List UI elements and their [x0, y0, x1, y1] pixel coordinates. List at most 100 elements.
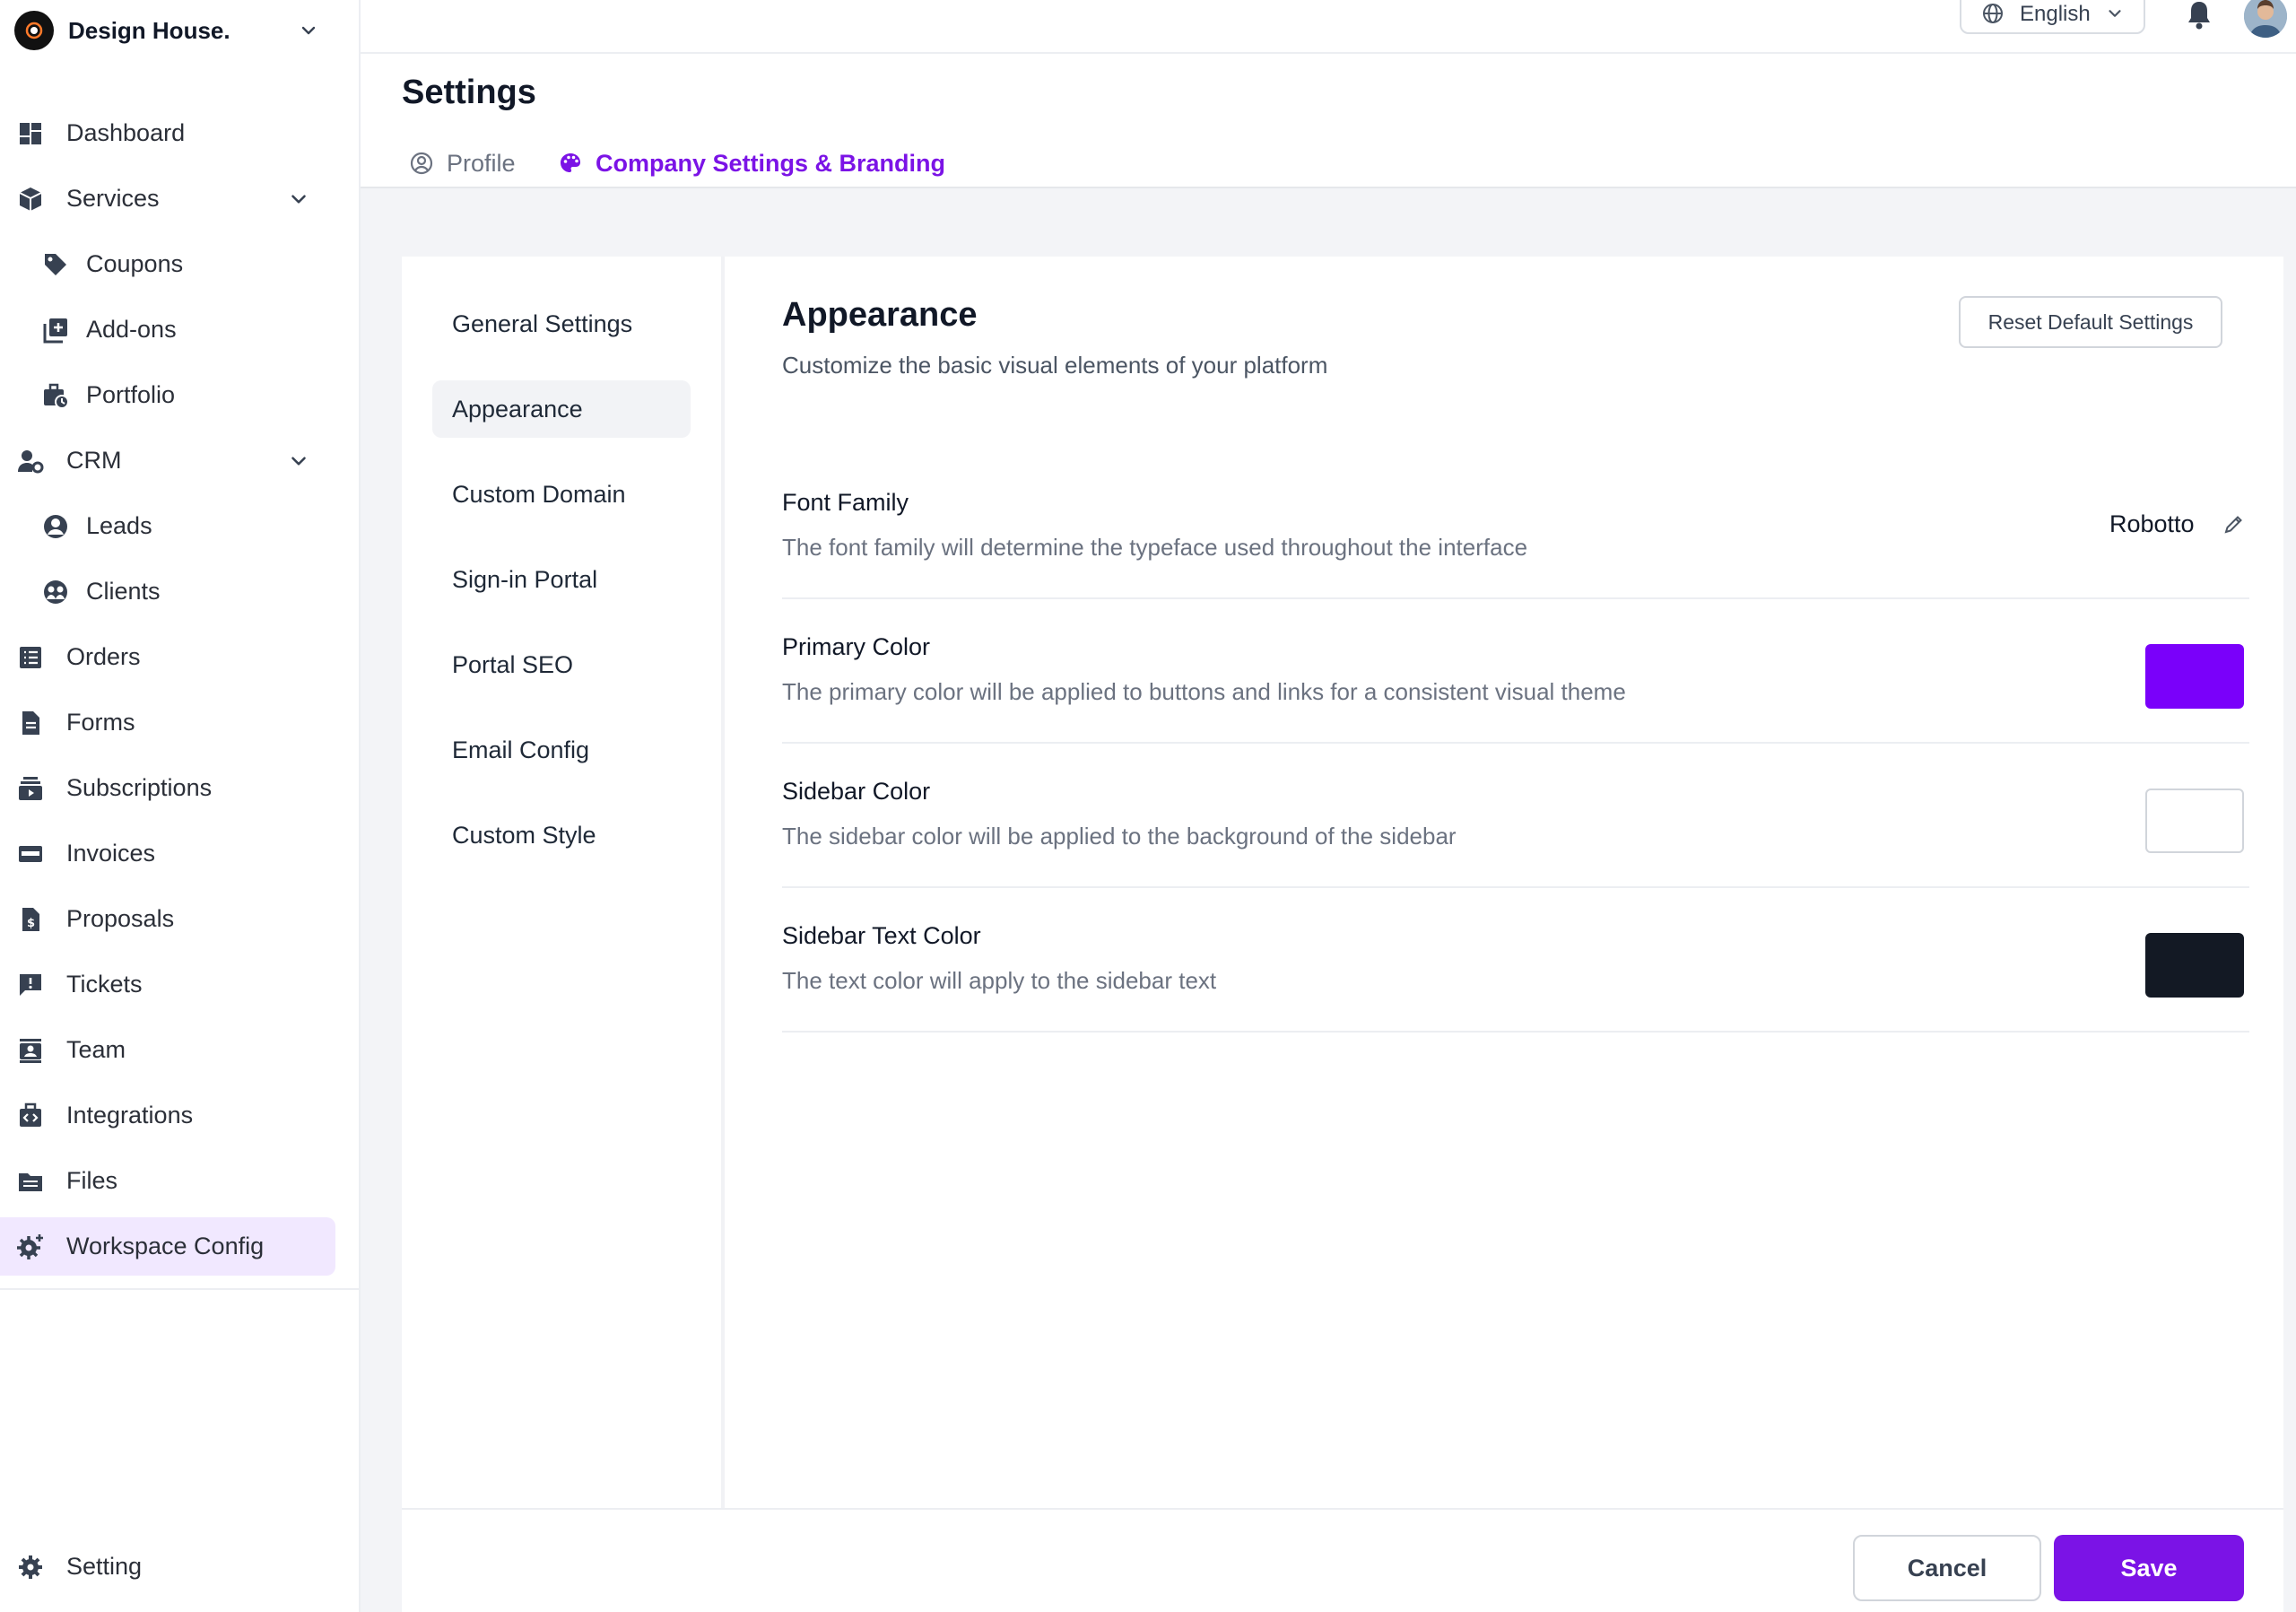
settings-card: General Settings Appearance Custom Domai… [402, 257, 2283, 1612]
subnav-item-custom-style[interactable]: Custom Style [432, 806, 691, 864]
sidebar-item-workspace-config[interactable]: Workspace Config [0, 1217, 335, 1276]
sidebar-item-label: Forms [66, 709, 135, 736]
pencil-icon[interactable] [2222, 512, 2246, 536]
subscriptions-icon [16, 774, 45, 803]
setting-description: The text color will apply to the sidebar… [782, 967, 1217, 994]
page-title: Settings [402, 74, 536, 111]
tab-company-settings-branding[interactable]: Company Settings & Branding [551, 138, 953, 194]
user-circle-icon [41, 512, 70, 541]
setting-title: Primary Color [782, 633, 931, 660]
sidebar-item-proposals[interactable]: $ Proposals [0, 886, 361, 952]
setting-title: Sidebar Text Color [782, 922, 981, 949]
cancel-button[interactable]: Cancel [1853, 1535, 2041, 1601]
sidebar-item-label: Invoices [66, 840, 156, 867]
chevron-down-icon[interactable] [287, 187, 310, 211]
gear-plus-icon [16, 1233, 45, 1261]
chevron-down-icon [301, 26, 316, 35]
sidebar-item-dashboard[interactable]: Dashboard [0, 100, 361, 166]
primary-color-swatch[interactable] [2145, 644, 2244, 709]
sidebar-item-label: Orders [66, 643, 141, 670]
setting-row-sidebar-color: Sidebar Color The sidebar color will be … [782, 744, 2249, 888]
sidebar-item-label: Portfolio [86, 381, 176, 408]
appearance-panel: Appearance Customize the basic visual el… [782, 257, 2249, 1508]
reset-default-settings-button[interactable]: Reset Default Settings [1959, 296, 2222, 348]
language-selector[interactable]: English [1960, 0, 2145, 34]
setting-title: Font Family [782, 489, 909, 516]
setting-row-sidebar-text-color: Sidebar Text Color The text color will a… [782, 888, 2249, 1033]
language-label: English [2020, 2, 2091, 26]
globe-icon [1983, 4, 2003, 23]
sidebar-color-swatch[interactable] [2145, 789, 2244, 853]
sidebar-item-orders[interactable]: Orders [0, 624, 361, 690]
sidebar-divider [0, 1288, 359, 1290]
brand-name: Design House. [68, 16, 230, 44]
subnav-item-general-settings[interactable]: General Settings [432, 295, 691, 353]
setting-title: Sidebar Color [782, 778, 931, 805]
sidebar-item-subscriptions[interactable]: Subscriptions [0, 755, 361, 821]
sidebar-item-invoices[interactable]: Invoices [0, 821, 361, 886]
subnav-item-portal-seo[interactable]: Portal SEO [432, 636, 691, 693]
chevron-down-icon[interactable] [287, 449, 310, 473]
gear-icon [16, 1553, 45, 1582]
setting-description: The font family will determine the typef… [782, 534, 1528, 561]
sidebar: Design House. Dashboard Services Coupons… [0, 0, 361, 1612]
sidebar-item-label: Add-ons [86, 316, 177, 343]
sidebar-item-portfolio[interactable]: Portfolio [0, 362, 361, 428]
folder-icon [16, 1167, 45, 1196]
setting-row-font-family: Font Family The font family will determi… [782, 455, 2249, 599]
sidebar-item-team[interactable]: Team [0, 1017, 361, 1083]
subnav-item-custom-domain[interactable]: Custom Domain [432, 466, 691, 523]
cube-icon [16, 185, 45, 213]
sidebar-item-leads[interactable]: Leads [0, 493, 361, 559]
sidebar-item-add-ons[interactable]: Add-ons [0, 297, 361, 362]
top-bar: English [361, 0, 2296, 54]
user-avatar[interactable] [2244, 0, 2287, 38]
sidebar-item-integrations[interactable]: Integrations [0, 1083, 361, 1148]
setting-description: The sidebar color will be applied to the… [782, 823, 1457, 850]
subnav-item-sign-in-portal[interactable]: Sign-in Portal [432, 551, 691, 608]
sidebar-item-tickets[interactable]: Tickets [0, 952, 361, 1017]
settings-tabs: Profile Company Settings & Branding [361, 126, 2296, 194]
sidebar-item-label: Proposals [66, 905, 175, 932]
sidebar-item-crm[interactable]: CRM [0, 428, 361, 493]
sidebar-item-services[interactable]: Services [0, 166, 361, 231]
bell-icon[interactable] [2183, 0, 2215, 30]
font-family-value: Robotto [2109, 510, 2195, 537]
sidebar-item-files[interactable]: Files [0, 1148, 361, 1214]
sidebar-item-label: Services [66, 185, 160, 212]
tab-profile[interactable]: Profile [409, 138, 516, 188]
user-circle-icon [410, 152, 433, 175]
code-briefcase-icon [16, 1102, 45, 1130]
palette-icon [561, 153, 580, 172]
save-button[interactable]: Save [2054, 1535, 2244, 1601]
setting-description: The primary color will be applied to but… [782, 678, 1626, 705]
sidebar-item-clients[interactable]: Clients [0, 559, 361, 624]
form-footer: Cancel Save [402, 1508, 2283, 1612]
chevron-down-icon [2109, 10, 2121, 17]
sidebar-item-label: Tickets [66, 971, 143, 998]
tab-label: Company Settings & Branding [596, 149, 946, 177]
sidebar-item-label: Integrations [66, 1102, 194, 1128]
sidebar-text-color-swatch[interactable] [2145, 933, 2244, 998]
workspace-switcher[interactable]: Design House. [14, 11, 319, 50]
setting-row-primary-color: Primary Color The primary color will be … [782, 599, 2249, 744]
dollar-document-icon: $ [16, 905, 45, 934]
sidebar-item-label: Clients [86, 578, 161, 605]
sidebar-item-setting[interactable]: Setting [0, 1534, 361, 1599]
settings-subnav: General Settings Appearance Custom Domai… [402, 257, 725, 1508]
alert-message-icon [16, 971, 45, 999]
card-icon [16, 840, 45, 868]
brand-logo [14, 11, 54, 50]
sidebar-item-coupons[interactable]: Coupons [0, 231, 361, 297]
sidebar-item-label: Workspace Config [66, 1233, 265, 1259]
document-icon [16, 709, 45, 737]
tab-label: Profile [447, 149, 516, 177]
sidebar-item-forms[interactable]: Forms [0, 690, 361, 755]
subnav-item-appearance[interactable]: Appearance [432, 380, 691, 438]
dashboard-icon [16, 119, 45, 148]
contact-card-icon [16, 1036, 45, 1065]
sidebar-item-label: Setting [66, 1553, 143, 1580]
svg-text:$: $ [27, 917, 35, 930]
subnav-item-email-config[interactable]: Email Config [432, 721, 691, 779]
sidebar-bottom: Setting [0, 1534, 361, 1599]
